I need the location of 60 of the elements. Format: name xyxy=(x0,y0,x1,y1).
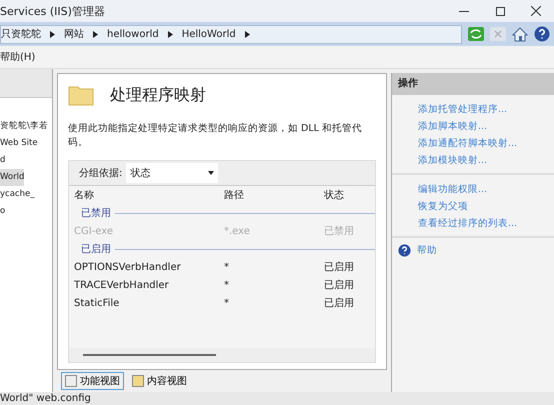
table-cell-text: 已启用 xyxy=(323,260,355,274)
tree-item[interactable]: ycache_ xyxy=(0,186,34,203)
window-title: Services (IIS)管理器 xyxy=(0,4,106,18)
scrollbar-thumb[interactable] xyxy=(83,354,216,356)
action-link[interactable]: 恢复为父项 xyxy=(392,198,554,215)
actions-title: 操作 xyxy=(392,73,554,95)
action-link[interactable]: 添加通配符脚本映射... xyxy=(392,135,554,152)
close-icon[interactable] xyxy=(531,6,541,16)
address-bar[interactable]: 只资鸵鸵 网站 helloworld HelloWorld xyxy=(0,24,462,44)
breadcrumb-item[interactable]: HelloWorld xyxy=(182,28,236,40)
column-header[interactable]: 路径 xyxy=(219,188,319,202)
breadcrumb-item[interactable]: 网站 xyxy=(64,27,84,41)
list-view-icon xyxy=(65,375,77,387)
tree-item[interactable]: d xyxy=(0,152,6,169)
group-header: 已禁用 xyxy=(81,206,111,220)
table-cell-text: 已禁用 xyxy=(323,224,355,238)
breadcrumb-item[interactable]: 只资鸵鸵 xyxy=(1,27,41,41)
column-header[interactable]: 名称 xyxy=(69,188,219,202)
home-icon[interactable] xyxy=(512,26,528,42)
group-by-dropdown[interactable]: 状态 xyxy=(126,163,218,183)
table-cell-text: 已启用 xyxy=(323,296,355,310)
refresh-icon[interactable] xyxy=(468,27,484,41)
table-cell-text: 已启用 xyxy=(323,278,355,292)
tree-item[interactable]: Web Site xyxy=(0,135,38,152)
tree-item[interactable]: o xyxy=(0,203,6,220)
action-link[interactable]: 查看经过排序的列表... xyxy=(392,215,554,232)
breadcrumb-arrow-icon xyxy=(244,30,250,38)
view-tab[interactable]: 功能视图 xyxy=(61,372,124,390)
action-link[interactable]: 添加托管处理程序... xyxy=(392,101,554,118)
menu-item[interactable]: 帮助(H) xyxy=(0,50,44,64)
feature-description: 使用此功能指定处理特定请求类型的响应的资源，如 DLL 和托管代码。 xyxy=(68,122,363,150)
view-tab[interactable]: 内容视图 xyxy=(128,372,191,390)
dropdown-caret-icon xyxy=(208,171,214,175)
table-cell-text: * xyxy=(223,280,230,290)
table-cell-text: * xyxy=(223,298,230,308)
table-cell-text: TRACEVerbHandler xyxy=(73,280,170,290)
table-cell-text: *.exe xyxy=(223,226,251,236)
status-bar: World" web.config xyxy=(0,392,554,405)
group-by-label: 分组依据: xyxy=(78,167,122,180)
feature-title: 处理程序映射 xyxy=(110,84,206,106)
breadcrumb-arrow-icon xyxy=(50,30,55,38)
tree-item[interactable]: 资鸵鸵\李若 xyxy=(0,118,48,135)
help-link[interactable]: 帮助 xyxy=(417,242,437,259)
action-link[interactable]: 添加脚本映射... xyxy=(392,118,554,135)
tree-item[interactable]: World xyxy=(0,169,24,186)
table-cell-text: CGI-exe xyxy=(73,226,114,236)
table-cell-text: * xyxy=(223,262,230,272)
breadcrumb-item[interactable]: helloworld xyxy=(107,28,159,40)
action-link[interactable]: 编辑功能权限... xyxy=(392,181,554,198)
help-icon xyxy=(534,26,550,42)
action-link[interactable]: 添加模块映射... xyxy=(392,152,554,169)
table-cell-text: OPTIONSVerbHandler xyxy=(73,262,182,272)
breadcrumb-arrow-icon xyxy=(168,30,173,38)
help-icon xyxy=(398,244,411,257)
maximize-icon[interactable] xyxy=(496,6,504,16)
column-header[interactable]: 状态 xyxy=(319,188,375,202)
breadcrumb-arrow-icon xyxy=(93,30,98,38)
minimize-icon[interactable] xyxy=(459,10,469,12)
table-cell-text: StaticFile xyxy=(73,298,120,308)
group-header: 已启用 xyxy=(81,242,111,256)
